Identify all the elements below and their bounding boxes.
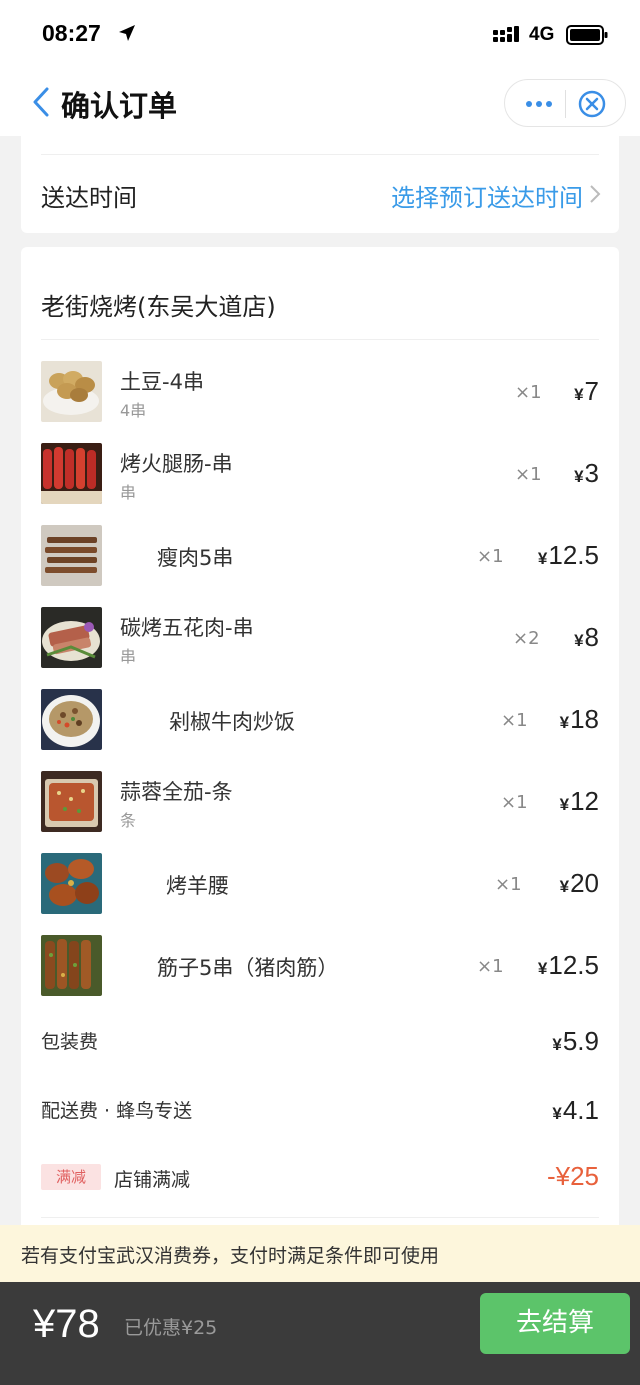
sausage-image <box>41 443 102 504</box>
delivery-time-card: 送达时间 选择预订送达时间 <box>21 136 619 233</box>
back-icon[interactable] <box>30 86 52 118</box>
close-mini-program-icon[interactable] <box>577 89 607 119</box>
item-price: ¥20 <box>559 868 599 898</box>
mini-program-capsule <box>504 79 626 127</box>
order-card: 老街烧烤(东吴大道店) 土豆-4串 4串 ×1 ¥7 烤火腿肠-串 串 ×1 ¥… <box>21 247 619 1247</box>
item-name: 瘦肉5串 <box>157 546 234 570</box>
checkout-button[interactable]: 去结算 <box>480 1293 630 1354</box>
garlic-eggplant-image <box>41 771 102 832</box>
item-price: ¥12 <box>559 786 599 816</box>
discount-label: 店铺满减 <box>114 1169 191 1191</box>
lean-meat-skewer-image <box>41 525 102 586</box>
item-thumbnail <box>41 525 102 586</box>
lamb-kidney-image <box>41 853 102 914</box>
status-time: 08:27 <box>42 20 101 46</box>
item-thumbnail <box>41 853 102 914</box>
capsule-divider <box>565 90 566 118</box>
divider <box>41 1217 599 1218</box>
item-name: 烤羊腰 <box>166 874 229 898</box>
select-delivery-time-link[interactable]: 选择预订送达时间 <box>391 178 583 213</box>
page-title: 确认订单 <box>61 89 178 123</box>
item-name: 蒜蓉全茄-条 <box>120 780 233 804</box>
item-quantity: ×1 <box>495 874 522 895</box>
item-price: ¥12.5 <box>537 540 599 570</box>
delivery-fee-value: ¥4.1 <box>552 1095 599 1125</box>
item-name: 土豆-4串 <box>120 370 204 394</box>
battery-icon <box>566 25 608 45</box>
potato-image <box>41 361 102 422</box>
packaging-fee-label: 包装费 <box>41 1031 99 1053</box>
item-thumbnail <box>41 771 102 832</box>
packaging-fee-value: ¥5.9 <box>552 1026 599 1056</box>
item-name: 剁椒牛肉炒饭 <box>169 710 295 734</box>
item-thumbnail <box>41 607 102 668</box>
network-type: 4G <box>529 24 555 45</box>
order-item: 烤羊腰 ×1 ¥20 <box>21 853 619 917</box>
item-thumbnail <box>41 443 102 504</box>
item-spec: 4串 <box>120 401 147 420</box>
item-name: 筋子5串（猪肉筋） <box>157 956 339 980</box>
pork-tendon-skewer-image <box>41 935 102 996</box>
order-item: 土豆-4串 4串 ×1 ¥7 <box>21 361 619 425</box>
discount-badge: 满减 <box>41 1164 101 1190</box>
item-price: ¥3 <box>574 458 599 488</box>
nav-bar: 确认订单 <box>0 70 640 136</box>
item-spec: 串 <box>120 483 137 502</box>
item-price: ¥18 <box>559 704 599 734</box>
item-spec: 条 <box>120 811 137 830</box>
divider <box>41 339 599 340</box>
discount-value: -¥25 <box>546 1161 599 1191</box>
fried-rice-image <box>41 689 102 750</box>
item-name: 碳烤五花肉-串 <box>120 616 254 640</box>
pork-belly-image <box>41 607 102 668</box>
item-thumbnail <box>41 935 102 996</box>
item-price: ¥7 <box>574 376 599 406</box>
order-item: 瘦肉5串 ×1 ¥12.5 <box>21 525 619 589</box>
item-quantity: ×1 <box>477 956 504 977</box>
chevron-right-icon[interactable] <box>589 184 601 204</box>
item-quantity: ×1 <box>515 464 542 485</box>
item-quantity: ×2 <box>513 628 540 649</box>
status-bar: 08:27 4G <box>0 0 640 70</box>
order-item: 剁椒牛肉炒饭 ×1 ¥18 <box>21 689 619 753</box>
order-item: 蒜蓉全茄-条 条 ×1 ¥12 <box>21 771 619 835</box>
item-price: ¥8 <box>574 622 599 652</box>
shop-name: 老街烧烤(东吴大道店) <box>41 293 276 321</box>
order-item: 烤火腿肠-串 串 ×1 ¥3 <box>21 443 619 507</box>
location-arrow-icon <box>119 25 135 41</box>
item-quantity: ×1 <box>501 710 528 731</box>
item-thumbnail <box>41 689 102 750</box>
item-price: ¥12.5 <box>537 950 599 980</box>
more-icon[interactable] <box>523 94 555 114</box>
signal-icon <box>493 26 519 42</box>
item-name: 烤火腿肠-串 <box>120 452 233 476</box>
order-item: 碳烤五花肉-串 串 ×2 ¥8 <box>21 607 619 671</box>
item-quantity: ×1 <box>515 382 542 403</box>
total-amount: ¥78 <box>33 1302 100 1346</box>
saved-amount: 已优惠¥25 <box>124 1317 218 1339</box>
item-quantity: ×1 <box>477 546 504 567</box>
divider <box>41 154 599 155</box>
item-quantity: ×1 <box>501 792 528 813</box>
delivery-time-label: 送达时间 <box>41 184 137 212</box>
item-thumbnail <box>41 361 102 422</box>
order-item: 筋子5串（猪肉筋） ×1 ¥12.5 <box>21 935 619 999</box>
delivery-fee-label: 配送费 · 蜂鸟专送 <box>41 1100 193 1122</box>
checkout-bar: ¥78 已优惠¥25 去结算 <box>0 1282 640 1385</box>
notice-text: 若有支付宝武汉消费券，支付时满足条件即可使用 <box>21 1245 440 1267</box>
coupon-notice: 若有支付宝武汉消费券，支付时满足条件即可使用 <box>0 1225 640 1282</box>
item-spec: 串 <box>120 647 137 666</box>
